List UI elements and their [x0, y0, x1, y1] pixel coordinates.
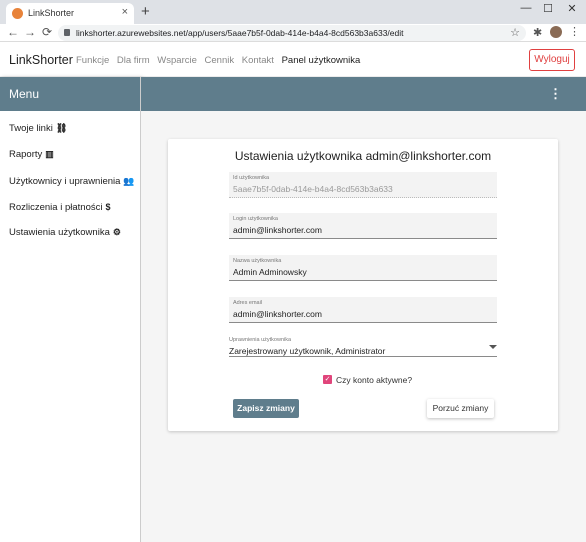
login-value[interactable]: admin@linkshorter.com — [233, 225, 322, 235]
bookmark-star-icon[interactable]: ☆ — [510, 26, 520, 39]
favicon-icon — [12, 8, 23, 19]
url-text[interactable]: linkshorter.azurewebsites.net/app/users/… — [76, 28, 403, 38]
name-label: Nazwa użytkownika — [233, 258, 282, 264]
discard-button[interactable]: Porzuć zmiany — [427, 399, 494, 418]
sidebar-item-label: Raporty — [9, 149, 43, 160]
forward-button[interactable]: → — [23, 25, 37, 39]
browser-tabstrip: LinkShorter × + — ☐ ✕ — [0, 0, 586, 24]
cogs-icon: ⚙ — [112, 227, 121, 237]
page-title: Ustawienia użytkownika admin@linkshorter… — [234, 149, 492, 163]
nav-link-kontakt[interactable]: Kontakt — [242, 55, 274, 66]
browser-menu-icon[interactable]: ⋮ — [569, 25, 580, 38]
roles-select[interactable]: Uprawnienia użytkownika Zarejestrowany u… — [229, 337, 497, 357]
sidebar-item-settings[interactable]: Ustawienia użytkownika ⚙ — [9, 227, 121, 238]
more-options-icon[interactable]: ⋮ — [549, 86, 562, 102]
sidebar-item-users[interactable]: Użytkownicy i uprawnienia 👥 — [9, 176, 135, 187]
logout-button[interactable]: Wyloguj — [529, 49, 575, 71]
sidebar-title: Menu — [0, 77, 140, 111]
minimize-button[interactable]: — — [516, 2, 536, 14]
user-id-field: Id użytkownika 5aae7b5f-0dab-414e-b4a4-8… — [229, 172, 497, 198]
save-button[interactable]: Zapisz zmiany — [233, 399, 299, 418]
browser-toolbar: ← → ⟳ linkshorter.azurewebsites.net/app/… — [0, 24, 586, 42]
sidebar-item-reports[interactable]: Raporty ▥ — [9, 149, 54, 160]
main-nav: Funkcje Dla firm Wsparcie Cennik Kontakt… — [76, 55, 365, 66]
name-field[interactable]: Nazwa użytkownika Admin Adminowsky — [229, 255, 497, 281]
tab-close-icon[interactable]: × — [122, 6, 128, 18]
reload-button[interactable]: ⟳ — [40, 25, 54, 39]
close-window-button[interactable]: ✕ — [562, 2, 582, 15]
email-label: Adres email — [233, 300, 263, 306]
sidebar-item-label: Rozliczenia i płatności — [9, 202, 103, 213]
back-button[interactable]: ← — [6, 25, 20, 39]
email-value[interactable]: admin@linkshorter.com — [233, 309, 322, 319]
chart-icon: ▥ — [45, 149, 54, 159]
login-field[interactable]: Login użytkownika admin@linkshorter.com — [229, 213, 497, 239]
profile-avatar[interactable] — [550, 26, 562, 38]
new-tab-button[interactable]: + — [141, 3, 150, 20]
user-settings-card: Ustawienia użytkownika admin@linkshorter… — [168, 139, 558, 431]
email-field[interactable]: Adres email admin@linkshorter.com — [229, 297, 497, 323]
nav-link-funkcje[interactable]: Funkcje — [76, 55, 109, 66]
sidebar-item-billing[interactable]: Rozliczenia i płatności $ — [9, 202, 110, 213]
active-checkbox-label[interactable]: Czy konto aktywne? — [336, 375, 412, 385]
login-label: Login użytkownika — [233, 216, 278, 222]
active-checkbox[interactable]: ✓ — [323, 375, 332, 384]
maximize-button[interactable]: ☐ — [538, 2, 558, 15]
nav-link-wsparcie[interactable]: Wsparcie — [157, 55, 197, 66]
roles-label: Uprawnienia użytkownika — [229, 337, 292, 343]
app-header: LinkShorter Funkcje Dla firm Wsparcie Ce… — [0, 43, 586, 77]
name-value[interactable]: Admin Adminowsky — [233, 267, 307, 277]
user-id-value: 5aae7b5f-0dab-414e-b4a4-8cd563b3a633 — [233, 184, 393, 194]
brand-logo[interactable]: LinkShorter — [9, 53, 73, 67]
dollar-icon: $ — [105, 202, 111, 212]
lock-icon — [64, 29, 70, 36]
user-id-label: Id użytkownika — [233, 175, 270, 181]
browser-tab[interactable]: LinkShorter × — [6, 3, 134, 24]
users-icon: 👥 — [123, 176, 135, 186]
nav-link-dla-firm[interactable]: Dla firm — [117, 55, 150, 66]
sidebar-item-label: Twoje linki — [9, 123, 53, 134]
nav-link-cennik[interactable]: Cennik — [205, 55, 235, 66]
address-bar[interactable]: linkshorter.azurewebsites.net/app/users/… — [58, 25, 526, 41]
roles-value[interactable]: Zarejestrowany użytkownik, Administrator — [229, 346, 385, 356]
main-topbar: ⋮ — [141, 77, 586, 111]
dropdown-arrow-icon[interactable] — [489, 345, 497, 349]
extensions-icon[interactable]: ✱ — [533, 26, 542, 39]
sidebar-item-links[interactable]: Twoje linki ⛓ — [9, 123, 67, 134]
tab-title: LinkShorter — [28, 8, 75, 18]
nav-link-panel[interactable]: Panel użytkownika — [282, 55, 361, 66]
sidebar: Menu Twoje linki ⛓ Raporty ▥ Użytkownicy i… — [0, 77, 141, 542]
sidebar-item-label: Użytkownicy i uprawnienia — [9, 176, 121, 187]
sidebar-item-label: Ustawienia użytkownika — [9, 227, 110, 238]
link-icon: ⛓ — [55, 123, 68, 133]
